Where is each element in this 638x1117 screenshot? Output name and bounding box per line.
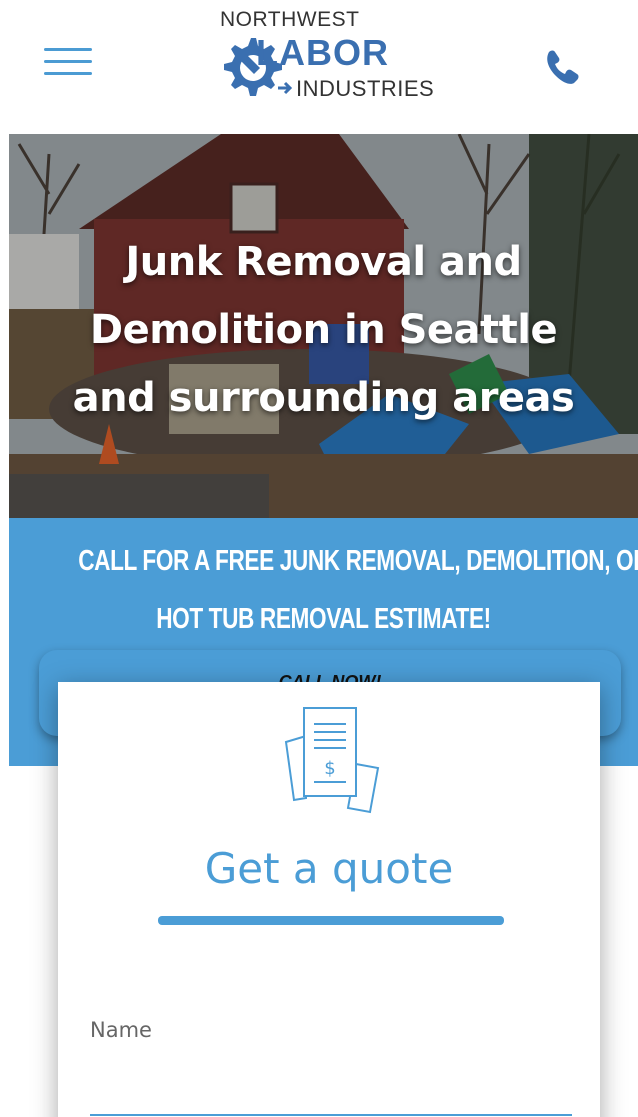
arrow-right-icon — [278, 81, 292, 95]
name-field-label: Name — [90, 1018, 152, 1042]
invoice-dollar-icon: $ — [284, 707, 380, 814]
logo-sub-text: INDUSTRIES — [296, 76, 435, 101]
hero-title-line: and surrounding areas — [72, 375, 575, 421]
svg-text:$: $ — [324, 758, 335, 779]
quote-title: Get a quote — [204, 844, 454, 893]
hero-section: Junk Removal and Demolition in Seattle a… — [9, 134, 638, 518]
logo-main-text: LABOR — [256, 32, 389, 73]
site-header: NORTHWEST LABOR INDUSTRIES — [0, 0, 638, 120]
phone-icon[interactable] — [540, 44, 584, 88]
hero-title-line: Demolition in Seattle — [89, 307, 558, 353]
banner-line-2: HOT TUB REMOVAL ESTIMATE! — [156, 603, 491, 635]
title-underline — [158, 916, 504, 925]
banner-line-1: CALL FOR A FREE JUNK REMOVAL, DEMOLITION… — [78, 545, 638, 577]
banner-heading: CALL FOR A FREE JUNK REMOVAL, DEMOLITION… — [78, 532, 638, 648]
logo-top-text: NORTHWEST — [220, 8, 360, 31]
hero-title-line: Junk Removal and — [125, 239, 522, 285]
hamburger-menu-icon[interactable] — [44, 44, 94, 78]
name-field[interactable] — [90, 1060, 572, 1116]
quote-form-card: $ Get a quote Name — [58, 682, 600, 1117]
company-logo[interactable]: NORTHWEST LABOR INDUSTRIES — [212, 6, 452, 106]
hero-title: Junk Removal and Demolition in Seattle a… — [9, 228, 638, 432]
